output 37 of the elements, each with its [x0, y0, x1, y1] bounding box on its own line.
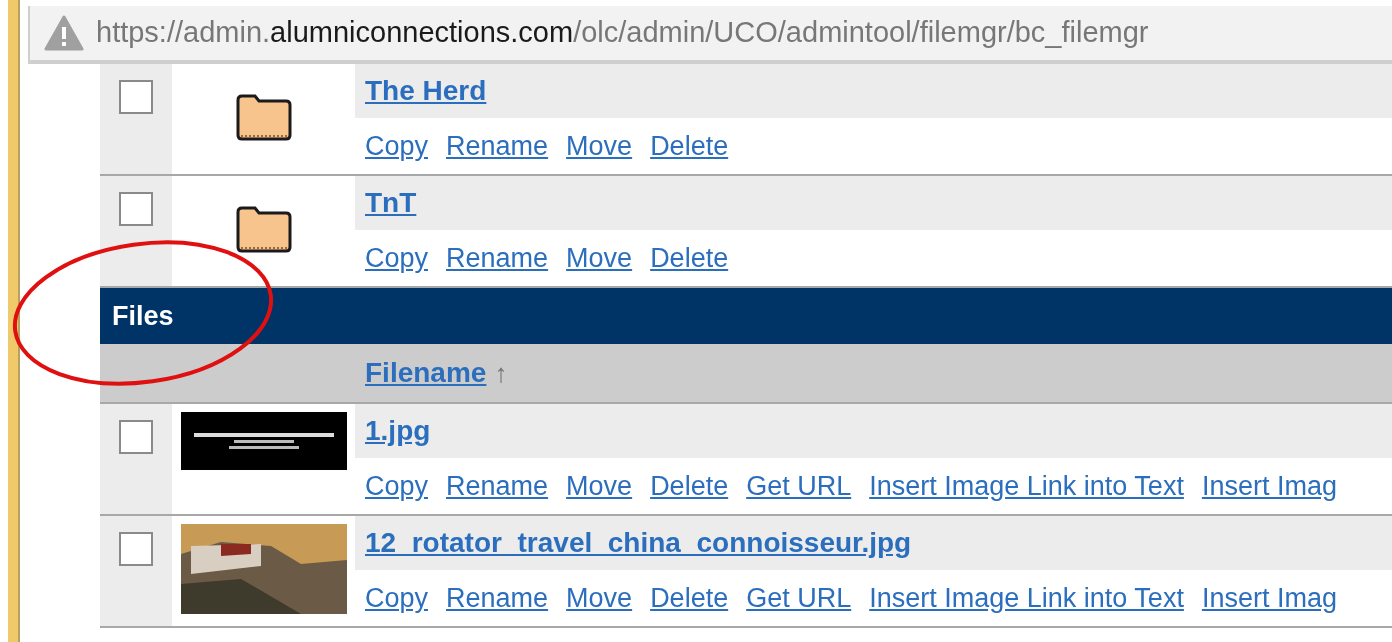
action-link[interactable]: Copy: [365, 584, 429, 612]
checkbox[interactable]: [119, 420, 153, 454]
action-link[interactable]: Delete: [650, 132, 729, 160]
sort-indicator: ↑: [494, 356, 508, 390]
action-link[interactable]: Delete: [650, 584, 729, 612]
action-link[interactable]: Rename: [446, 472, 549, 500]
action-link[interactable]: Insert Image Link into Text: [869, 472, 1184, 500]
action-link[interactable]: Delete: [650, 472, 729, 500]
action-link[interactable]: Copy: [365, 132, 429, 160]
action-link[interactable]: Delete: [650, 244, 729, 272]
checkbox[interactable]: [119, 80, 153, 114]
file-name-link[interactable]: TnT: [365, 182, 417, 224]
action-link[interactable]: Insert Imag: [1201, 584, 1337, 612]
url-text: https://admin.alumniconnections.com/olc/admin/UCO/admintool/filemgr/bc_filemgr: [96, 15, 1149, 51]
action-link[interactable]: Move: [566, 472, 633, 500]
action-link[interactable]: Move: [566, 584, 633, 612]
section-title: Files: [112, 299, 174, 333]
checkbox[interactable]: [119, 192, 153, 226]
action-link[interactable]: Move: [566, 244, 633, 272]
action-link[interactable]: Rename: [446, 244, 549, 272]
action-link[interactable]: Copy: [365, 244, 429, 272]
action-link[interactable]: Copy: [365, 472, 429, 500]
action-link[interactable]: Move: [566, 132, 633, 160]
folder-icon: [234, 204, 293, 254]
action-link[interactable]: Get URL: [746, 472, 852, 500]
folder-icon: [234, 92, 293, 142]
address-bar[interactable]: https://admin.alumniconnections.com/olc/admin/UCO/admintool/filemgr/bc_filemgr: [28, 6, 1392, 64]
action-link[interactable]: Get URL: [746, 584, 852, 612]
file-name-link[interactable]: The Herd: [365, 70, 487, 112]
column-sort-link[interactable]: Filename: [365, 352, 487, 394]
action-link[interactable]: Rename: [446, 132, 549, 160]
file-name-link[interactable]: 1.jpg: [365, 410, 431, 452]
action-link[interactable]: Insert Imag: [1201, 472, 1337, 500]
warning-icon: [44, 15, 84, 51]
action-link[interactable]: Rename: [446, 584, 549, 612]
checkbox[interactable]: [119, 532, 153, 566]
action-link[interactable]: Insert Image Link into Text: [869, 584, 1184, 612]
